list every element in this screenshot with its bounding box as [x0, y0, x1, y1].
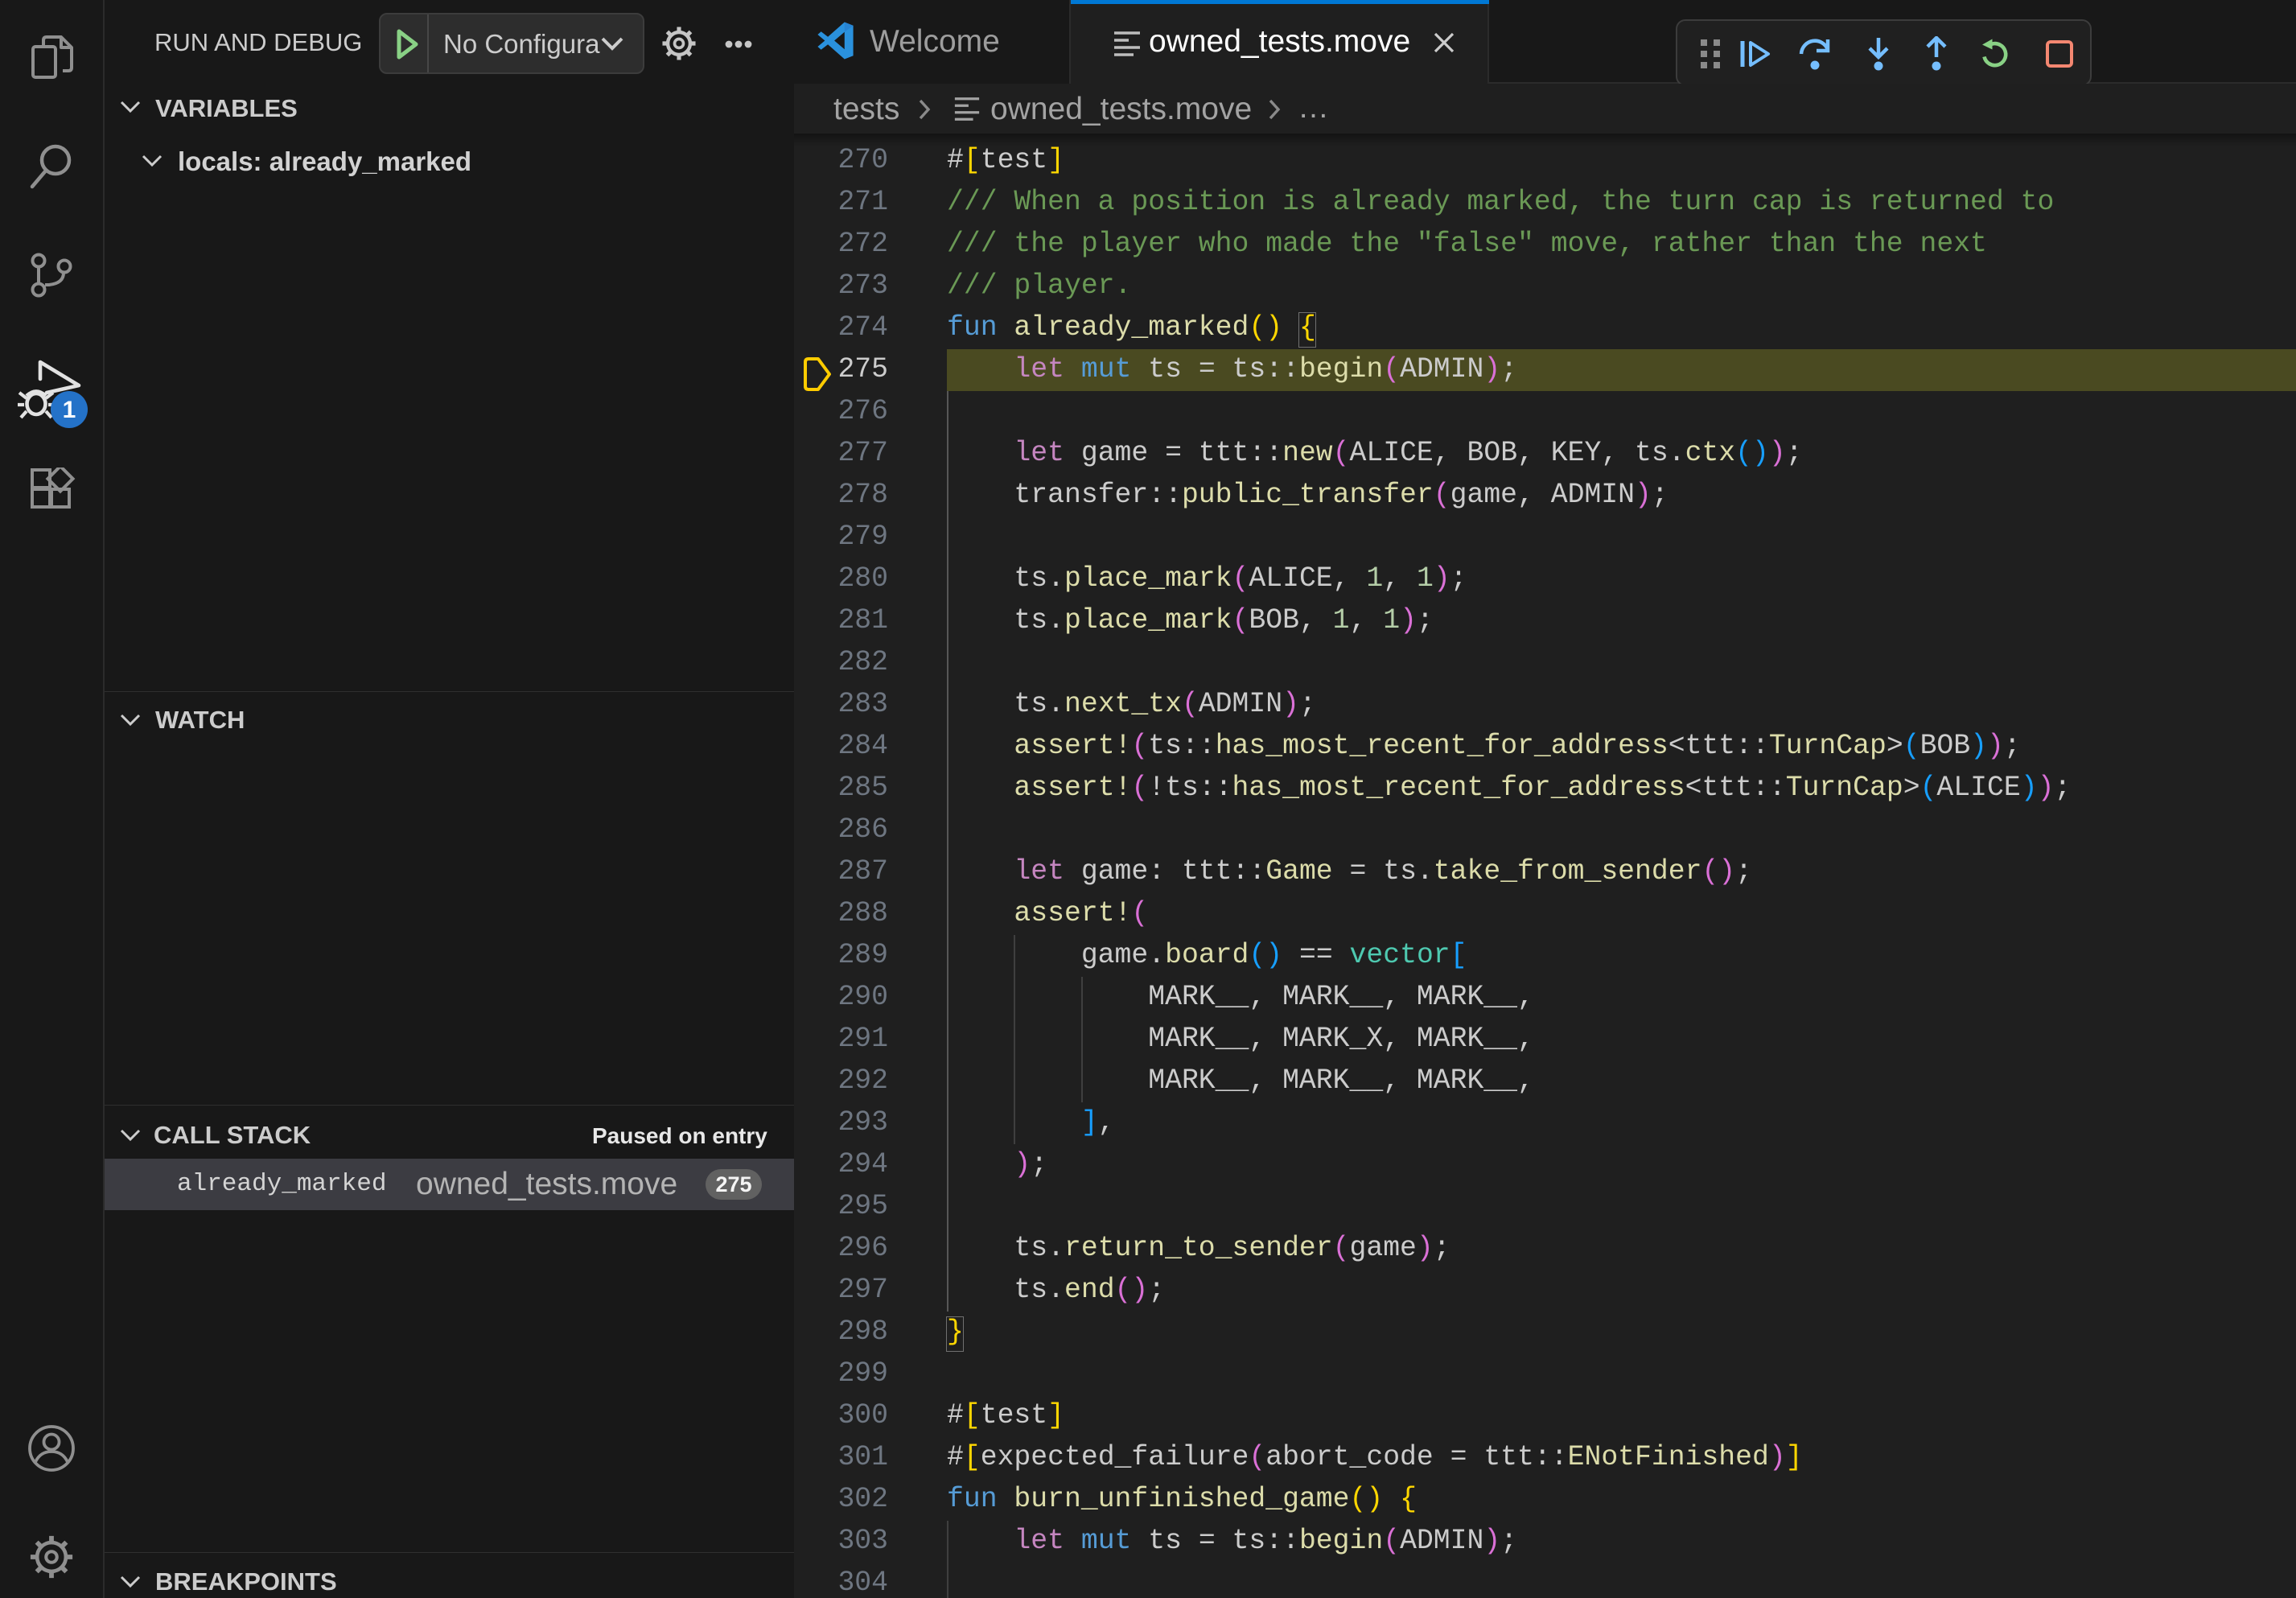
svg-text:1: 1 — [63, 397, 76, 423]
